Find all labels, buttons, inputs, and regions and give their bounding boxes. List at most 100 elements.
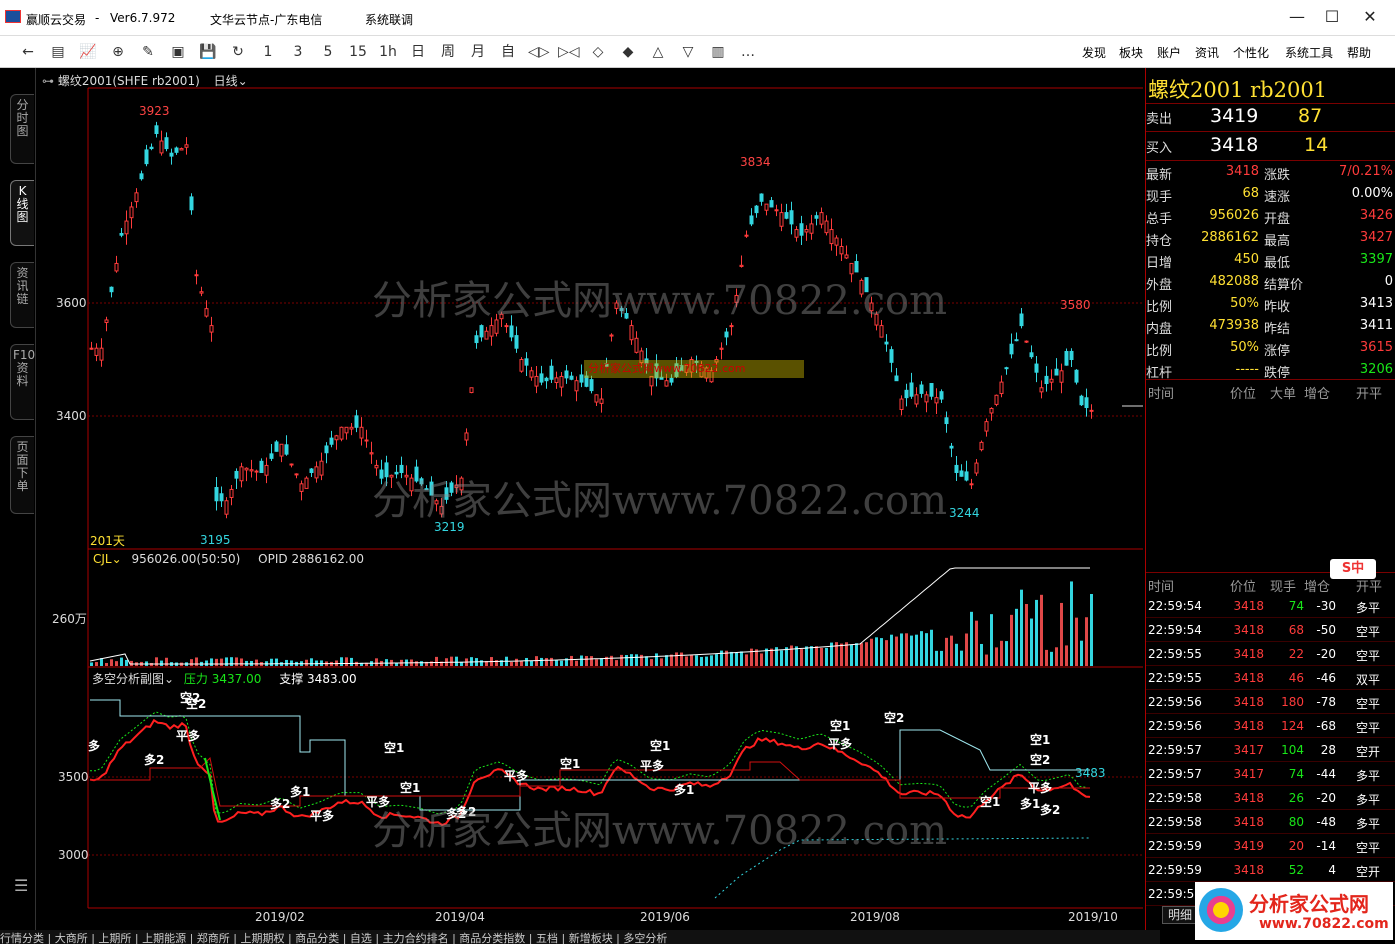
- trade-cell-d: 28: [1320, 743, 1336, 757]
- menu-item-3[interactable]: 资讯: [1195, 44, 1219, 61]
- quote-label-right: 结算价: [1264, 278, 1304, 293]
- low-label-3: 3244: [949, 506, 980, 520]
- toolbar-icon-22[interactable]: ▽: [678, 41, 698, 63]
- trade-cell-k: 空开: [1356, 865, 1381, 879]
- menu-item-1[interactable]: 板块: [1119, 44, 1143, 61]
- signal-label: 空2: [884, 710, 904, 725]
- tab-order-page[interactable]: 页面下单: [10, 436, 34, 514]
- signal-label: 平多: [1028, 780, 1052, 795]
- tick-header-0: 时间: [1148, 387, 1175, 402]
- toolbar-icon-6[interactable]: 💾: [198, 41, 218, 63]
- toolbar-icon-3[interactable]: ⊕: [108, 41, 128, 63]
- toolbar-icon-5[interactable]: ▣: [168, 41, 188, 63]
- signal-label: 多1: [1020, 796, 1040, 811]
- toolbar-icon-24[interactable]: …: [738, 41, 758, 63]
- tab-f10[interactable]: F10资料: [10, 344, 35, 420]
- bottom-tab-bar[interactable]: 行情分类 | 大商所 | 上期所 | 上期能源 | 郑商所 | 上期期权 | 商…: [0, 930, 1160, 944]
- toolbar-icon-18[interactable]: ▷◁: [558, 41, 580, 63]
- trade-cell-v: 104: [1281, 743, 1304, 757]
- chart-area[interactable]: 空2 平多 多2 多空2 空1 多1 多2 平多 空1 多2 平多 空1 平多 空1 多1 空1 平多 空2 空1 平…: [0, 68, 1145, 944]
- quote-label-right: 开盘: [1264, 212, 1291, 227]
- menu-item-2[interactable]: 账户: [1157, 44, 1181, 61]
- toolbar-icon-11[interactable]: 15: [348, 41, 368, 63]
- toolbar-icon-20[interactable]: ◆: [618, 41, 638, 63]
- menu-item-5[interactable]: 系统工具: [1285, 44, 1333, 61]
- tab-timeshare[interactable]: 分时图: [10, 94, 34, 164]
- brand-banner: 分析家公式网 www.70822.com: [1195, 882, 1393, 940]
- toolbar-icon-1[interactable]: ▤: [48, 41, 68, 63]
- detail-tab[interactable]: 明细: [1162, 906, 1198, 924]
- trade-row: 22:59:55 3418 46 -46 双平: [1146, 666, 1395, 690]
- volume-series: [90, 581, 1093, 666]
- toolbar-icon-10[interactable]: 5: [318, 41, 338, 63]
- link-icon[interactable]: ⊶: [42, 74, 58, 88]
- toolbar-icon-12[interactable]: 1h: [378, 41, 398, 63]
- toolbar-icon-15[interactable]: 月: [468, 41, 488, 63]
- quote-value-left: 50%: [1230, 340, 1259, 355]
- quote-value-left: -----: [1235, 362, 1259, 377]
- minimize-button[interactable]: —: [1283, 6, 1311, 28]
- watermark-1: 分析家公式网www.70822.com: [372, 278, 948, 324]
- trade-cell-v: 26: [1288, 791, 1304, 805]
- quote-label-left: 总手: [1146, 212, 1173, 227]
- toolbar-icon-16[interactable]: 自: [498, 41, 518, 63]
- trade-cell-p: 3418: [1233, 647, 1264, 661]
- volume-indicator-select[interactable]: CJL⌄: [93, 552, 122, 566]
- toolbar-icon-21[interactable]: △: [648, 41, 668, 63]
- trade-cell-v: 74: [1288, 599, 1304, 613]
- toolbar-icon-8[interactable]: 1: [258, 41, 278, 63]
- trade-cell-d: -44: [1316, 767, 1336, 781]
- maximize-button[interactable]: ☐: [1318, 6, 1346, 28]
- menu-icon[interactable]: ☰: [14, 876, 28, 895]
- menu-item-4[interactable]: 个性化: [1233, 44, 1269, 61]
- trade-cell-k: 双平: [1356, 673, 1381, 687]
- indicator-select[interactable]: 多空分析副图⌄: [92, 672, 174, 686]
- indicator-y-tick-3000: 3000: [58, 848, 89, 862]
- quote-label-right: 涨停: [1264, 344, 1291, 359]
- trade-cell-p: 3418: [1233, 623, 1264, 637]
- quote-label-left: 持仓: [1146, 234, 1173, 249]
- toolbar-icon-0[interactable]: ←: [18, 41, 38, 63]
- menu-item-0[interactable]: 发现: [1082, 44, 1106, 61]
- toolbar-icon-19[interactable]: ◇: [588, 41, 608, 63]
- signal-label: 多1: [290, 784, 310, 799]
- trade-row: 22:59:54 3418 68 -50 空平: [1146, 618, 1395, 642]
- tick-header-3: 增仓: [1304, 387, 1331, 402]
- toolbar-icon-13[interactable]: 日: [408, 41, 428, 63]
- toolbar-icon-7[interactable]: ↻: [228, 41, 248, 63]
- trade-header-1: 价位: [1230, 580, 1257, 595]
- tab-news-chain[interactable]: 资讯链: [10, 262, 34, 328]
- trade-cell-d: -78: [1316, 695, 1336, 709]
- toolbar-icon-14[interactable]: 周: [438, 41, 458, 63]
- buy-price[interactable]: 3418: [1210, 134, 1258, 156]
- quote-value-left: 3418: [1225, 164, 1259, 179]
- sell-price[interactable]: 3419: [1210, 105, 1258, 127]
- toolbar-icon-9[interactable]: 3: [288, 41, 308, 63]
- trade-cell-k: 空平: [1356, 697, 1381, 711]
- watermark-small: 分析家公式网www.70822.com: [584, 360, 804, 378]
- quote-label-right: 昨收: [1264, 300, 1291, 315]
- toolbar-icon-17[interactable]: ◁▷: [528, 41, 550, 63]
- toolbar-icon-4[interactable]: ✎: [138, 41, 158, 63]
- trade-header-3: 增仓: [1304, 580, 1331, 595]
- toolbar-icon-2[interactable]: 📈: [78, 41, 98, 63]
- menu-item-6[interactable]: 帮助: [1347, 44, 1371, 61]
- period-select[interactable]: 日线⌄: [214, 74, 248, 88]
- peak-label: 3834: [740, 155, 771, 169]
- signal-label: 多2: [144, 752, 164, 767]
- signal-label: 空1: [1030, 732, 1050, 747]
- quote-value-left: 2886162: [1201, 230, 1259, 245]
- trade-cell-v: 68: [1288, 623, 1304, 637]
- tab-kline[interactable]: K线图: [10, 180, 34, 246]
- close-button[interactable]: ✕: [1356, 6, 1384, 28]
- trade-cell-p: 3418: [1233, 791, 1264, 805]
- ime-indicator[interactable]: S中: [1330, 559, 1376, 579]
- quote-panel: 螺纹2001 rb2001 卖出 3419 87 买入 3418 14 最新 34…: [1145, 68, 1395, 944]
- toolbar-icon-23[interactable]: ▥: [708, 41, 728, 63]
- chart-header: ⊶ 螺纹2001(SHFE rb2001) 日线⌄: [42, 72, 248, 89]
- trade-row: 22:59:58 3418 26 -20 多平: [1146, 786, 1395, 810]
- trade-row: 22:59:55 3418 22 -20 空平: [1146, 642, 1395, 666]
- signal-label: 空1: [980, 794, 1000, 809]
- high-label: 3923: [139, 104, 170, 118]
- signal-label: 空1: [830, 718, 850, 733]
